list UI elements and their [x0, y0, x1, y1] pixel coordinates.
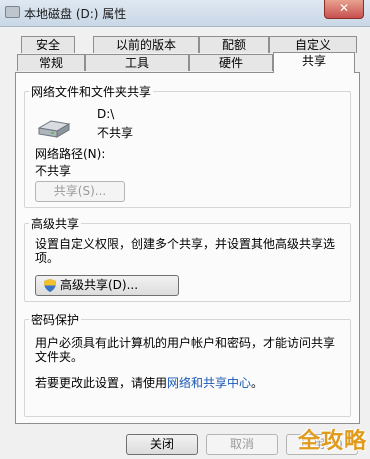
- change-setting-prefix: 若要更改此设置，请使用: [35, 376, 168, 390]
- drive-name: D:\: [97, 107, 115, 121]
- watermark-logo: 全攻略: [297, 429, 367, 454]
- network-path-label: 网络路径(N):: [35, 147, 106, 161]
- password-protection-title: 密码保护: [29, 311, 82, 328]
- shield-icon: [44, 279, 56, 292]
- advanced-sharing-button[interactable]: 高级共享(D)...: [35, 275, 179, 296]
- tab-sharing[interactable]: 共享: [273, 52, 355, 73]
- share-button[interactable]: 共享(S)...: [35, 181, 125, 202]
- drive-icon: [5, 6, 20, 18]
- cancel-button[interactable]: 取消: [206, 434, 278, 455]
- advanced-sharing-group: 高级共享 设置自定义权限，创建多个共享，并设置其他高级共享选 项。 高级共享(D…: [24, 215, 351, 302]
- hard-drive-icon: [37, 120, 71, 138]
- password-protection-group: 密码保护 用户必须具有此计算机的用户帐户和密码，才能访问共享 文件夹。 若要更改…: [24, 311, 351, 417]
- network-sharing-title: 网络文件和文件夹共享: [29, 83, 154, 100]
- drive-share-status: 不共享: [97, 126, 134, 140]
- tab-tools[interactable]: 工具: [85, 54, 189, 71]
- tab-security[interactable]: 安全: [21, 36, 75, 53]
- password-description-line2: 文件夹。: [35, 350, 84, 364]
- tab-hardware[interactable]: 硬件: [189, 54, 273, 71]
- network-path-value: 不共享: [35, 164, 72, 178]
- window-close-button[interactable]: ✕: [324, 0, 364, 19]
- advanced-sharing-title: 高级共享: [29, 215, 82, 232]
- tab-row-front: 常规 工具 硬件 共享: [17, 52, 360, 73]
- sharing-panel: 网络文件和文件夹共享 D:\ 不共享 网络路径(N): 不共享 共享(S)...…: [15, 72, 360, 424]
- tab-previous-versions[interactable]: 以前的版本: [93, 36, 199, 53]
- close-button[interactable]: 关闭: [126, 434, 198, 455]
- window-title: 本地磁盘 (D:) 属性: [24, 7, 127, 21]
- advanced-sharing-button-label: 高级共享(D)...: [60, 278, 139, 292]
- change-setting-text: 若要更改此设置，请使用网络和共享中心。: [35, 374, 263, 391]
- advanced-sharing-description-line2: 项。: [35, 251, 60, 265]
- network-sharing-group: 网络文件和文件夹共享 D:\ 不共享 网络路径(N): 不共享 共享(S)...: [24, 83, 351, 208]
- tab-customize[interactable]: 自定义: [269, 36, 357, 53]
- tab-quota[interactable]: 配额: [199, 36, 269, 53]
- title-bar: 本地磁盘 (D:) 属性 ✕: [0, 0, 370, 27]
- tab-row-back: 安全 以前的版本 配额 自定义: [17, 36, 360, 53]
- tab-general[interactable]: 常规: [17, 54, 85, 71]
- network-sharing-center-link[interactable]: 网络和共享中心: [167, 376, 251, 390]
- advanced-sharing-description-line1: 设置自定义权限，创建多个共享，并设置其他高级共享选: [35, 237, 336, 251]
- change-setting-suffix: 。: [251, 376, 264, 390]
